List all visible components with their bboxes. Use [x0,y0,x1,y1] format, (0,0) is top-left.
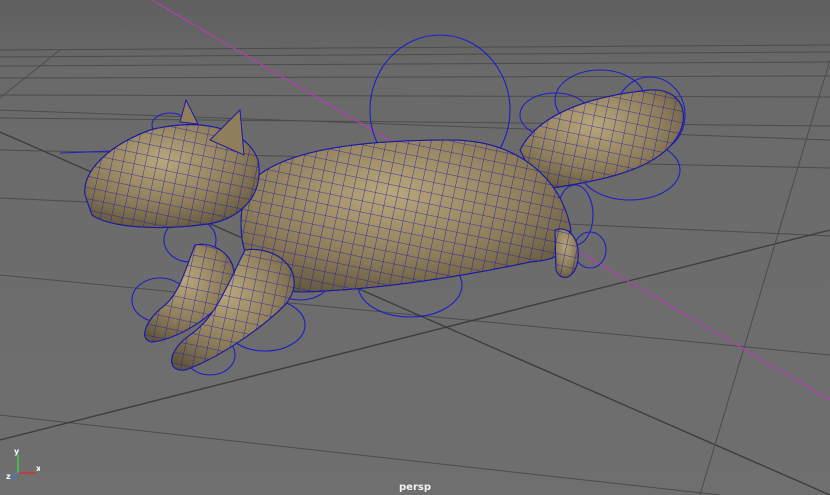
axis-gizmo: x y z [6,447,40,481]
camera-name-label: persp [399,482,431,493]
x-axis-label: x [36,464,40,473]
squirrel-mesh[interactable] [84,89,684,371]
z-axis-label: z [6,472,11,481]
scene-canvas[interactable] [0,0,830,495]
maya-viewport-persp[interactable]: x y z persp [0,0,830,495]
y-axis-label: y [14,447,20,456]
z-axis-line [9,472,19,480]
